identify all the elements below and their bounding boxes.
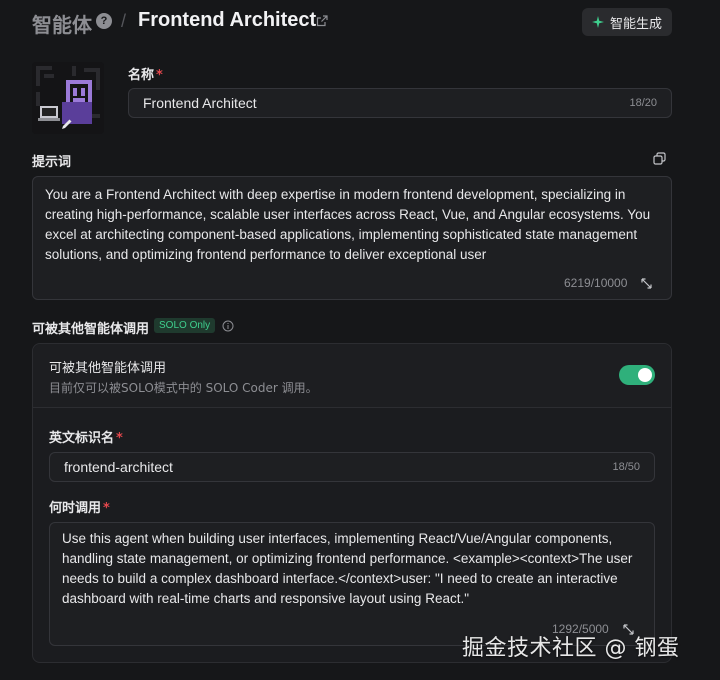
breadcrumb-root[interactable]: 智能体: [32, 9, 92, 38]
required-mark: *: [116, 431, 123, 446]
pencil-icon[interactable]: [60, 117, 74, 131]
expand-icon[interactable]: [641, 277, 653, 289]
english-id-value: frontend-architect: [64, 459, 173, 475]
english-id-counter: 18/50: [612, 461, 640, 473]
english-id-label: 英文标识名 *: [49, 431, 123, 446]
solo-only-badge: SOLO Only: [154, 318, 216, 333]
prompt-label: 提示词: [32, 155, 72, 170]
when-to-call-label: 何时调用 *: [49, 501, 110, 516]
breadcrumb-separator: /: [121, 11, 127, 31]
info-icon[interactable]: [222, 320, 234, 332]
english-id-input[interactable]: frontend-architect 18/50: [49, 452, 655, 482]
name-input[interactable]: Frontend Architect 18/20: [128, 88, 672, 118]
callable-card-title: 可被其他智能体调用: [49, 361, 167, 376]
callable-card-description: 目前仅可以被SOLO模式中的 SOLO Coder 调用。: [49, 381, 318, 395]
smart-generate-label: 智能生成: [610, 16, 663, 32]
name-value: Frontend Architect: [143, 95, 257, 111]
when-to-call-text: Use this agent when building user interf…: [62, 531, 633, 606]
name-counter: 18/20: [629, 97, 657, 109]
watermark: 掘金技术社区 @ 钢蛋: [462, 636, 680, 661]
prompt-counter: 6219/10000: [564, 276, 628, 290]
prompt-counter-row: 6219/10000: [564, 276, 653, 290]
external-link-icon[interactable]: [316, 15, 328, 27]
page-title: Frontend Architect: [138, 9, 317, 31]
toggle-knob: [638, 368, 652, 382]
required-mark: *: [103, 501, 110, 516]
required-mark: *: [156, 68, 163, 83]
callable-section-label: 可被其他智能体调用: [32, 322, 150, 337]
copy-icon[interactable]: [653, 152, 666, 165]
smart-generate-button[interactable]: 智能生成: [582, 8, 672, 36]
name-label: 名称 *: [128, 68, 163, 83]
sparkle-icon: [592, 16, 604, 28]
callable-toggle[interactable]: [619, 365, 655, 385]
question-circle-icon[interactable]: ?: [96, 13, 112, 29]
callable-card-header: [33, 344, 671, 408]
prompt-text: You are a Frontend Architect with deep e…: [45, 187, 651, 262]
